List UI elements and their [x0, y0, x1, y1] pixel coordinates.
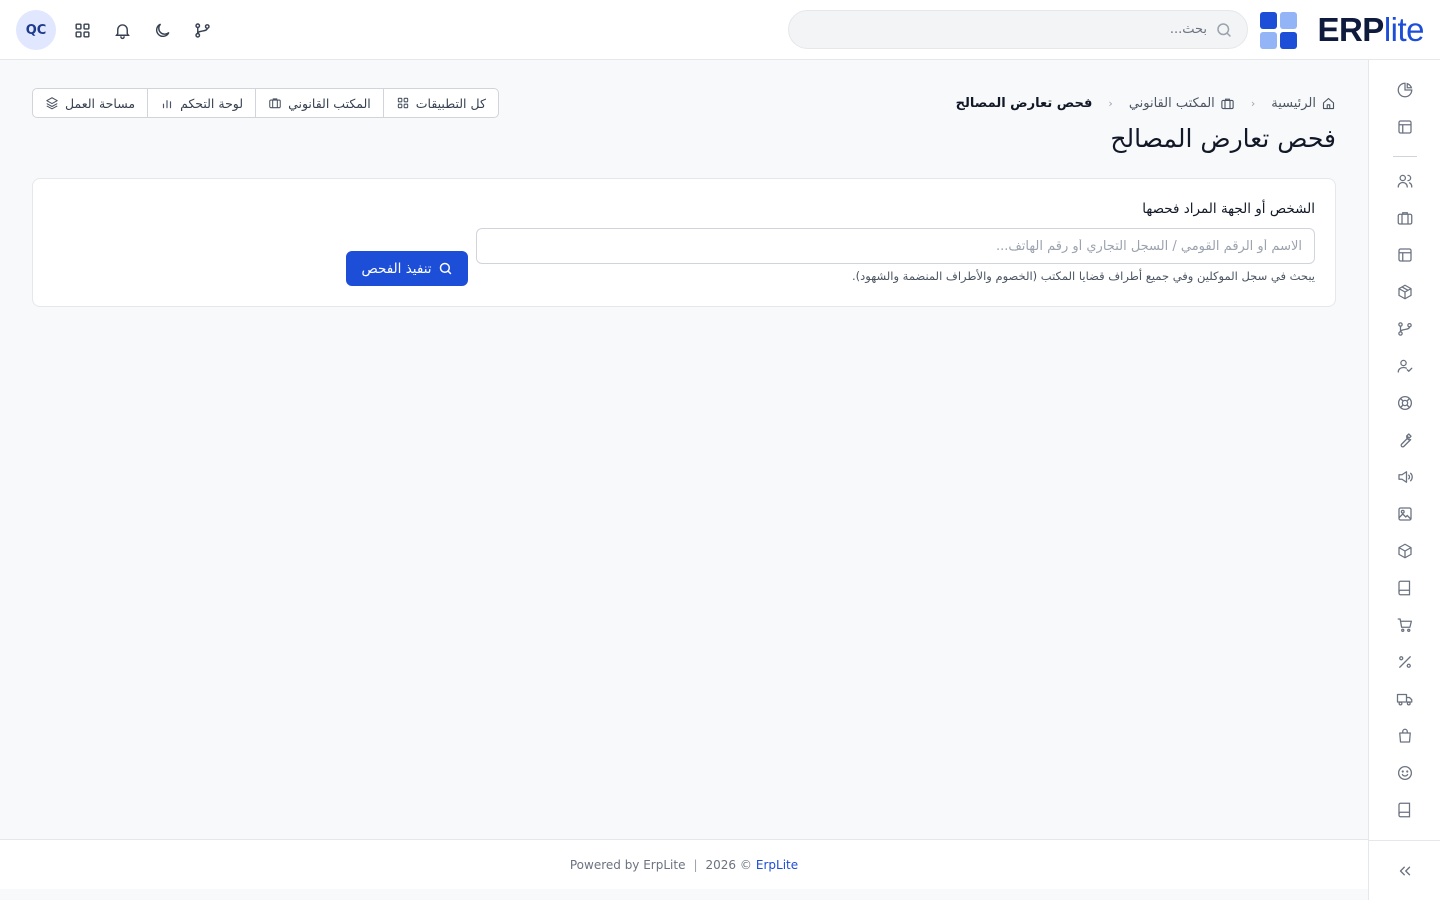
- book-icon: [1398, 802, 1411, 818]
- chevrons-left-icon: [1399, 866, 1411, 875]
- sidebar-item-layout[interactable]: [1393, 115, 1417, 139]
- page-title: فحص تعارض المصالح: [1110, 124, 1336, 153]
- breadcrumb-section[interactable]: المكتب القانوني: [1129, 96, 1235, 111]
- sidebar-divider: [1393, 156, 1417, 157]
- run-check-button[interactable]: تنفيذ الفحص: [346, 251, 468, 286]
- sidebar-nav: [1368, 60, 1440, 900]
- breadcrumb-home-label: الرئيسية: [1271, 95, 1316, 111]
- sidebar-item-shipping[interactable]: [1393, 687, 1417, 711]
- workspace-label: مساحة العمل: [65, 95, 136, 111]
- sidebar-item-docs[interactable]: [1393, 798, 1417, 822]
- bar-chart-icon: [162, 100, 172, 109]
- moon-icon: [155, 23, 169, 37]
- breadcrumb-section-label: المكتب القانوني: [1128, 95, 1215, 111]
- legal-office-button[interactable]: المكتب القانوني: [256, 89, 384, 117]
- run-check-label: تنفيذ الفحص: [361, 260, 432, 277]
- sidebar-item-marketing[interactable]: [1393, 465, 1417, 489]
- sidebar-item-users[interactable]: [1393, 169, 1417, 193]
- smile-icon: [1397, 765, 1413, 781]
- home-icon: [1322, 97, 1335, 109]
- sidebar-item-workflow[interactable]: [1393, 317, 1417, 341]
- footer-powered: Powered by ErpLite: [569, 857, 686, 872]
- shopping-bag-icon: [1399, 728, 1411, 743]
- top-header: ERPlite QC: [0, 0, 1440, 60]
- sidebar-item-sales[interactable]: [1393, 613, 1417, 637]
- users-icon: [1397, 174, 1413, 188]
- all-apps-label: كل التطبيقات: [415, 95, 486, 111]
- cart-icon: [1397, 618, 1413, 632]
- branch-switch-button[interactable]: [182, 10, 222, 50]
- book-icon: [1398, 580, 1411, 596]
- layout-icon: [1398, 248, 1412, 262]
- sidebar-item-accounting[interactable]: [1393, 576, 1417, 600]
- logo-text: ERPlite: [1317, 11, 1424, 48]
- package-icon: [1398, 284, 1412, 300]
- life-buoy-icon: [1397, 395, 1413, 411]
- user-avatar[interactable]: QC: [16, 10, 56, 50]
- sidebar-item-templates[interactable]: [1393, 243, 1417, 267]
- git-branch-icon: [194, 22, 210, 38]
- global-search[interactable]: [788, 10, 1248, 49]
- footer: Powered by ErpLite | 2026 © ErpLite: [0, 839, 1368, 889]
- party-field-label: الشخص أو الجهة المراد فحصها: [1142, 201, 1315, 217]
- percent-icon: [1399, 656, 1411, 668]
- sidebar-item-maintenance[interactable]: [1393, 428, 1417, 452]
- footer-brand-link[interactable]: ErpLite: [756, 858, 798, 872]
- notifications-button[interactable]: [102, 10, 142, 50]
- truck-icon: [1396, 693, 1413, 706]
- sidebar-item-hr[interactable]: [1393, 354, 1417, 378]
- dashboard-label: لوحة التحكم: [180, 95, 244, 111]
- breadcrumb: الرئيسية ‹ المكتب القانوني ‹ فحص تعارض ا…: [956, 92, 1336, 114]
- sidebar-item-purchases[interactable]: [1393, 724, 1417, 748]
- sidebar-item-legal[interactable]: [1393, 206, 1417, 230]
- legal-office-label: المكتب القانوني: [288, 95, 371, 111]
- git-branch-icon: [1398, 322, 1412, 336]
- layout-icon: [1398, 120, 1412, 134]
- chevron-left-icon: ‹: [1108, 96, 1113, 110]
- pie-chart-icon: [1397, 82, 1413, 98]
- sidebar-collapse-button[interactable]: [1369, 840, 1440, 900]
- search-icon: [439, 262, 451, 275]
- sidebar-item-dashboard[interactable]: [1393, 78, 1417, 102]
- megaphone-icon: [1398, 471, 1413, 483]
- sidebar-item-support[interactable]: [1393, 391, 1417, 415]
- layers-icon: [46, 97, 58, 110]
- box-icon: [1398, 543, 1412, 559]
- sidebar-item-media[interactable]: [1393, 502, 1417, 526]
- briefcase-icon: [269, 98, 281, 109]
- footer-separator: |: [693, 857, 698, 872]
- sidebar-item-customers[interactable]: [1393, 761, 1417, 785]
- briefcase-icon: [1221, 98, 1234, 109]
- header-actions: QC: [16, 10, 222, 50]
- user-check-icon: [1397, 359, 1413, 373]
- sidebar-item-discounts[interactable]: [1393, 650, 1417, 674]
- party-search-input[interactable]: [476, 228, 1315, 264]
- logo-mark-icon: [1260, 11, 1298, 49]
- conflict-check-card: الشخص أو الجهة المراد فحصها يبحث في سجل …: [32, 178, 1336, 307]
- sidebar-item-products[interactable]: [1393, 539, 1417, 563]
- quick-links-group: مساحة العمل لوحة التحكم المكتب القانوني …: [32, 88, 499, 118]
- bell-icon: [114, 23, 130, 39]
- footer-year: 2026 ©: [705, 857, 752, 872]
- app-logo[interactable]: ERPlite: [1260, 10, 1425, 50]
- image-icon: [1398, 507, 1412, 521]
- wrench-icon: [1400, 433, 1412, 448]
- apps-grid-button[interactable]: [62, 10, 102, 50]
- party-field-help: يبحث في سجل الموكلين وفي جميع أطراف قضاي…: [851, 269, 1315, 283]
- briefcase-icon: [1397, 212, 1413, 225]
- grid-icon: [397, 97, 408, 109]
- theme-toggle-button[interactable]: [142, 10, 182, 50]
- grid-icon: [74, 22, 90, 38]
- chevron-left-icon: ‹: [1250, 96, 1256, 110]
- sidebar-item-inventory[interactable]: [1393, 280, 1417, 304]
- search-icon: [1215, 21, 1233, 39]
- breadcrumb-current: فحص تعارض المصالح: [955, 95, 1093, 111]
- all-apps-button[interactable]: كل التطبيقات: [384, 89, 498, 117]
- workspace-button[interactable]: مساحة العمل: [33, 89, 149, 117]
- dashboard-button[interactable]: لوحة التحكم: [148, 89, 257, 117]
- search-input[interactable]: [807, 22, 1207, 37]
- breadcrumb-home[interactable]: الرئيسية: [1271, 96, 1336, 111]
